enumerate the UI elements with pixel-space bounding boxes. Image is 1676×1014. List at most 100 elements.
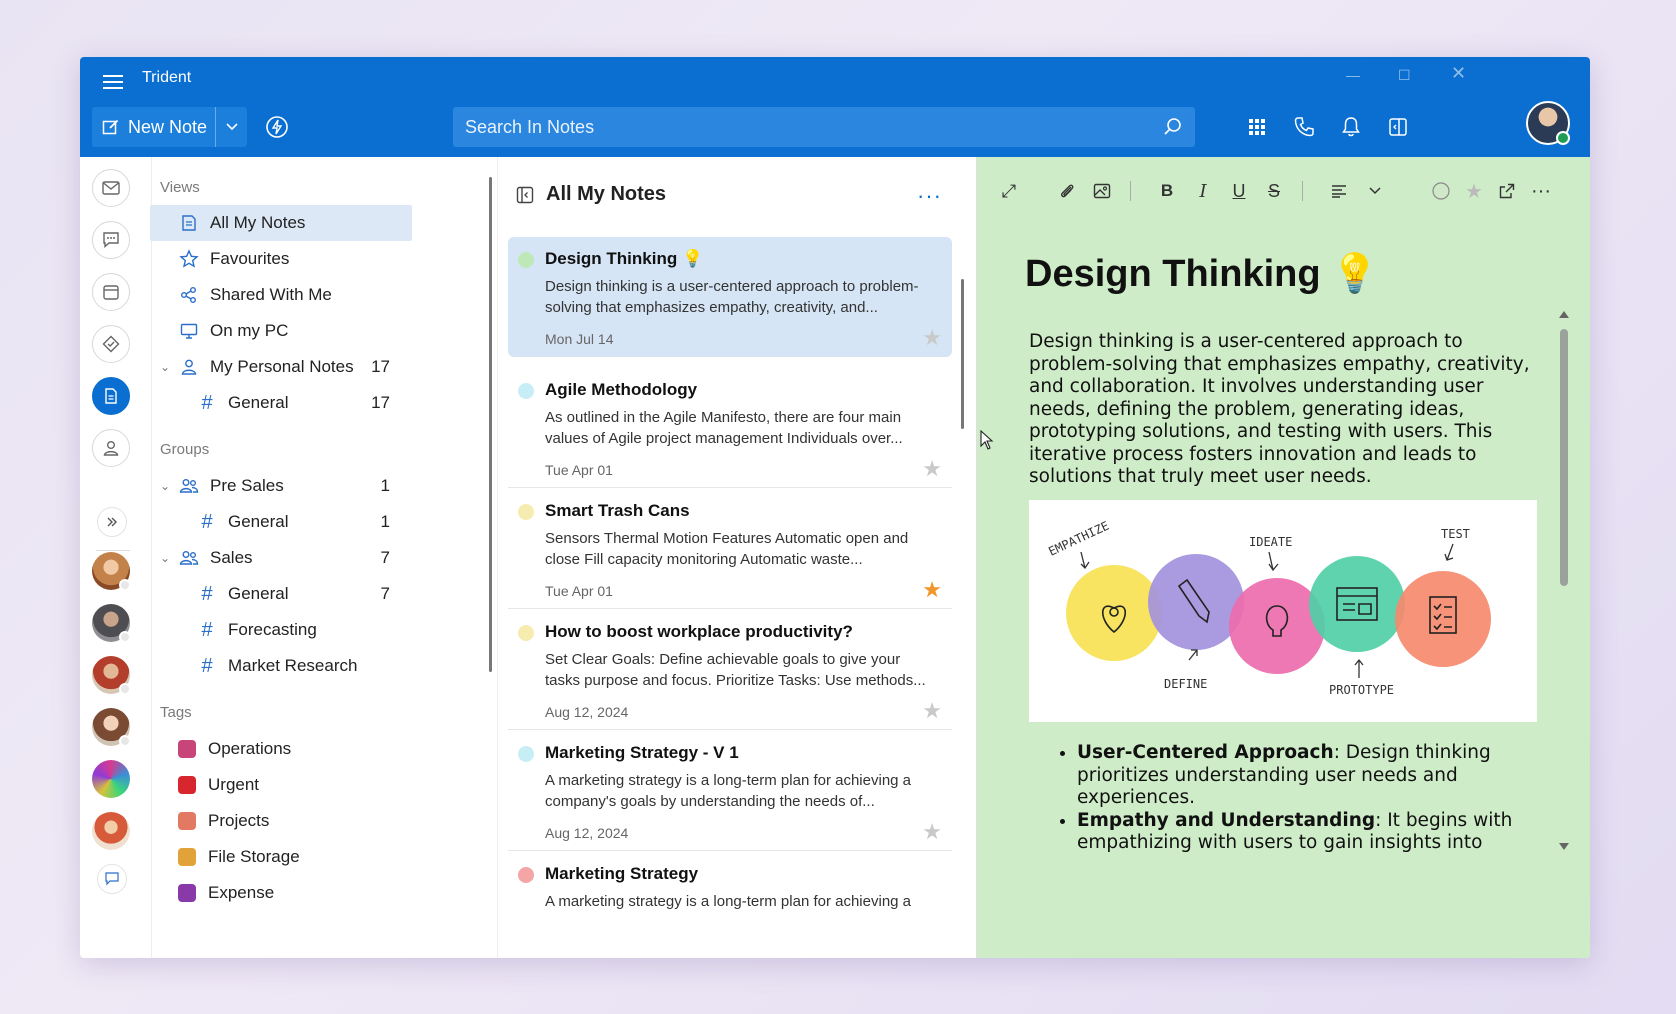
tag-urgent[interactable]: Urgent bbox=[150, 767, 412, 803]
nav-all-my-notes[interactable]: All My Notes bbox=[150, 205, 412, 241]
align-dropdown-chevron-icon[interactable] bbox=[1363, 179, 1387, 203]
editor-scrollbar[interactable] bbox=[1557, 307, 1569, 852]
contact-avatar[interactable] bbox=[92, 812, 130, 850]
chevron-down-icon bbox=[225, 123, 238, 131]
more-options-icon[interactable]: ··· bbox=[917, 183, 942, 209]
scroll-down-arrow-icon[interactable] bbox=[1558, 842, 1570, 852]
nav-sales-forecasting[interactable]: # Forecasting bbox=[150, 612, 412, 648]
nav-shared-with-me[interactable]: Shared With Me bbox=[150, 277, 412, 313]
presence-icon bbox=[119, 579, 131, 591]
navigation-pane: Views All My Notes Favourites Shared Wit… bbox=[150, 157, 497, 958]
rail-notes-button[interactable] bbox=[92, 377, 130, 415]
quick-action-icon[interactable] bbox=[265, 115, 289, 139]
nav-label: Shared With Me bbox=[210, 285, 332, 304]
contact-avatar[interactable] bbox=[92, 656, 131, 695]
rail-expand-button[interactable] bbox=[97, 507, 127, 537]
hashtag-icon: # bbox=[201, 510, 213, 533]
underline-icon[interactable]: U bbox=[1227, 179, 1251, 203]
note-card[interactable]: Design Thinking 💡 Design thinking is a u… bbox=[508, 237, 952, 357]
note-card[interactable]: Marketing Strategy - V 1 A marketing str… bbox=[508, 731, 952, 851]
tag-operations[interactable]: Operations bbox=[150, 731, 412, 767]
contact-avatar[interactable] bbox=[92, 708, 131, 747]
tag-projects[interactable]: Projects bbox=[150, 803, 412, 839]
nav-my-personal-notes[interactable]: ⌄ My Personal Notes 17 bbox=[150, 349, 412, 385]
note-card[interactable]: How to boost workplace productivity? Set… bbox=[508, 610, 952, 730]
open-external-icon[interactable] bbox=[1495, 179, 1519, 203]
align-left-icon[interactable] bbox=[1327, 179, 1351, 203]
note-color-icon[interactable] bbox=[1429, 179, 1453, 203]
tag-expense[interactable]: Expense bbox=[150, 875, 412, 911]
tag-file-storage[interactable]: File Storage bbox=[150, 839, 412, 875]
contact-avatar[interactable] bbox=[92, 604, 131, 643]
contact-avatar[interactable] bbox=[92, 552, 131, 591]
attachment-icon[interactable] bbox=[1055, 179, 1079, 203]
note-title: How to boost workplace productivity? bbox=[545, 622, 853, 641]
nav-group-pre-sales[interactable]: ⌄ Pre Sales 1 bbox=[150, 468, 412, 504]
close-icon[interactable]: ✕ bbox=[1451, 63, 1466, 84]
minimize-icon[interactable]: — bbox=[1346, 67, 1360, 83]
contact-avatar[interactable] bbox=[92, 760, 130, 798]
nav-sales-market-research[interactable]: # Market Research bbox=[150, 648, 412, 684]
rail-tasks-button[interactable] bbox=[92, 325, 130, 363]
monitor-icon bbox=[178, 320, 200, 342]
hamburger-menu-icon[interactable] bbox=[103, 71, 123, 91]
nav-favourites[interactable]: Favourites bbox=[150, 241, 412, 277]
maximize-icon[interactable]: ☐ bbox=[1398, 67, 1411, 84]
strikethrough-icon[interactable]: S bbox=[1262, 179, 1286, 203]
design-thinking-diagram[interactable]: EMPATHIZE DEFINE IDEATE PROTOTYPE TEST bbox=[1029, 500, 1537, 722]
favourite-star-icon[interactable]: ★ bbox=[1462, 179, 1486, 203]
rail-chat-button[interactable] bbox=[92, 221, 130, 259]
nav-group-sales[interactable]: ⌄ Sales 7 bbox=[150, 540, 412, 576]
insert-image-icon[interactable] bbox=[1090, 179, 1114, 203]
note-card[interactable]: Smart Trash Cans Sensors Thermal Motion … bbox=[508, 489, 952, 609]
nav-pre-sales-general[interactable]: # General 1 bbox=[150, 504, 412, 540]
search-input[interactable]: Search In Notes bbox=[453, 107, 1195, 147]
new-note-button[interactable]: New Note bbox=[92, 107, 247, 147]
favourite-star-icon[interactable]: ★ bbox=[922, 577, 942, 603]
bold-icon[interactable]: B bbox=[1155, 179, 1179, 203]
note-card[interactable]: Marketing Strategy A marketing strategy … bbox=[508, 852, 952, 958]
notes-icon bbox=[105, 388, 117, 404]
title-bar: Trident — ☐ ✕ New Note Search In Notes bbox=[80, 57, 1590, 157]
nav-personal-general[interactable]: # General 17 bbox=[150, 385, 412, 421]
favourite-star-icon[interactable]: ★ bbox=[922, 456, 942, 482]
rail-feedback-button[interactable] bbox=[97, 864, 127, 894]
rail-contacts-button[interactable] bbox=[92, 429, 130, 467]
mouse-pointer-icon bbox=[980, 430, 994, 450]
more-options-icon[interactable]: ··· bbox=[1529, 179, 1553, 203]
side-panel-icon[interactable] bbox=[1385, 114, 1411, 140]
scrollbar-thumb[interactable] bbox=[1560, 329, 1568, 586]
ideate-label: IDEATE bbox=[1249, 535, 1292, 549]
note-paragraph[interactable]: Design thinking is a user-centered appro… bbox=[1029, 331, 1539, 489]
chevron-down-icon[interactable]: ⌄ bbox=[160, 360, 170, 374]
chevron-down-icon[interactable]: ⌄ bbox=[160, 479, 170, 493]
favourite-star-icon[interactable]: ★ bbox=[922, 819, 942, 845]
search-icon[interactable] bbox=[1163, 117, 1183, 137]
rail-mail-button[interactable] bbox=[92, 169, 130, 207]
expand-icon[interactable]: ⤢ bbox=[997, 179, 1021, 203]
phone-icon[interactable] bbox=[1291, 114, 1317, 140]
collapse-pane-icon[interactable] bbox=[516, 186, 534, 204]
note-bullet-list[interactable]: User-Centered Approach: Design thinking … bbox=[1029, 742, 1539, 862]
user-avatar[interactable] bbox=[1526, 101, 1570, 145]
nav-on-my-pc[interactable]: On my PC bbox=[150, 313, 412, 349]
nav-scrollbar[interactable] bbox=[489, 177, 492, 672]
favourite-star-icon[interactable]: ★ bbox=[922, 325, 942, 351]
chevron-down-icon[interactable]: ⌄ bbox=[160, 551, 170, 565]
nav-label: General bbox=[228, 393, 289, 412]
favourite-star-icon[interactable]: ★ bbox=[922, 698, 942, 724]
list-scrollbar[interactable] bbox=[961, 279, 964, 429]
note-title: Marketing Strategy - V 1 bbox=[545, 743, 739, 762]
rail-calendar-button[interactable] bbox=[92, 273, 130, 311]
note-title-heading[interactable]: Design Thinking 💡 bbox=[1025, 252, 1378, 296]
note-card[interactable]: Agile Methodology As outlined in the Agi… bbox=[508, 368, 952, 488]
apps-grid-icon[interactable] bbox=[1244, 114, 1270, 140]
bell-icon[interactable] bbox=[1338, 114, 1364, 140]
new-note-dropdown[interactable] bbox=[215, 107, 247, 147]
scroll-up-arrow-icon[interactable] bbox=[1558, 309, 1570, 319]
group-icon bbox=[178, 547, 200, 569]
tasks-icon bbox=[102, 335, 120, 353]
note-preview: As outlined in the Agile Manifesto, ther… bbox=[545, 409, 903, 447]
italic-icon[interactable]: I bbox=[1191, 179, 1215, 203]
nav-sales-general[interactable]: # General 7 bbox=[150, 576, 412, 612]
